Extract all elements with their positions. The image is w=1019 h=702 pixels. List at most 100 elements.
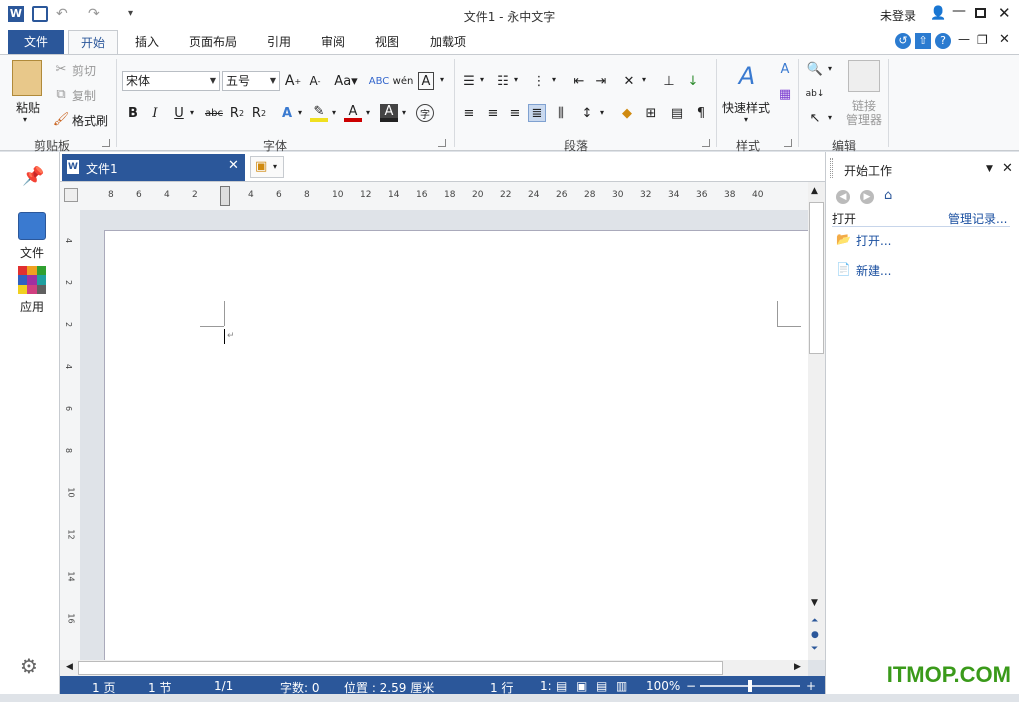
tab-addins[interactable]: 加载项 xyxy=(420,30,476,54)
chevron-down-icon[interactable]: ▾ xyxy=(480,75,484,84)
indent-marker-icon[interactable] xyxy=(220,186,230,206)
cut-button[interactable]: 剪切 xyxy=(72,62,96,79)
char-shading-icon[interactable]: A xyxy=(380,104,398,122)
decrease-indent-icon[interactable]: ⇤ xyxy=(570,72,588,90)
chevron-down-icon[interactable]: ▾ xyxy=(552,75,556,84)
grow-font-icon[interactable]: A + xyxy=(284,72,302,90)
chevron-down-icon[interactable]: ▾ xyxy=(828,64,832,73)
italic-icon[interactable]: I xyxy=(146,104,164,122)
apps-nav-icon[interactable] xyxy=(18,266,46,294)
tab-layout[interactable]: 页面布局 xyxy=(178,30,248,54)
close-button[interactable]: ✕ xyxy=(998,4,1011,22)
styles-launcher-icon[interactable] xyxy=(784,139,792,147)
format-painter-icon[interactable]: 🖌 xyxy=(52,110,70,128)
chevron-down-icon[interactable]: ▾ xyxy=(600,108,604,117)
apps-nav-label[interactable]: 应用 xyxy=(20,298,44,315)
browse-object-icon[interactable]: ● xyxy=(811,630,819,640)
zoom-in-icon[interactable]: + xyxy=(806,679,816,693)
print-layout-icon[interactable]: ▤ xyxy=(556,679,567,693)
multilevel-list-icon[interactable]: ⋮ xyxy=(530,72,548,90)
shading-icon[interactable]: ◆ xyxy=(618,104,636,122)
chevron-down-icon[interactable]: ▾ xyxy=(298,108,302,117)
clipboard-launcher-icon[interactable] xyxy=(102,139,110,147)
find-icon[interactable]: 🔍 xyxy=(806,60,824,78)
spelling-icon[interactable]: ABC xyxy=(369,72,390,90)
full-screen-icon[interactable]: ▣ xyxy=(576,679,587,693)
web-layout-icon[interactable]: ▤ xyxy=(596,679,607,693)
show-marks-icon[interactable]: ¶ xyxy=(692,104,710,122)
chevron-down-icon[interactable]: ▾ xyxy=(744,115,748,124)
back-icon[interactable]: ↺ xyxy=(895,33,911,49)
font-color-icon[interactable]: A xyxy=(344,104,362,122)
vertical-ruler[interactable]: 4 2 2 4 6 8 10 12 14 16 xyxy=(60,210,80,660)
bullets-icon[interactable]: ☰ xyxy=(460,72,478,90)
pane-menu-icon[interactable]: ▼ xyxy=(986,164,993,174)
shrink-font-icon[interactable]: A- xyxy=(306,72,324,90)
collapse-ribbon-icon[interactable]: ⇧ xyxy=(915,33,931,49)
doc-restore-button[interactable]: ❐ xyxy=(977,33,988,47)
strikethrough-icon[interactable]: abc xyxy=(202,104,226,122)
vertical-scrollbar[interactable]: ▲ ▼ ⏶ ● ⏷ xyxy=(808,182,825,660)
prev-page-icon[interactable]: ⏶ xyxy=(811,616,818,626)
chevron-down-icon[interactable]: ▾ xyxy=(440,75,444,84)
pane-close-icon[interactable]: ✕ xyxy=(1002,161,1013,176)
chevron-down-icon[interactable]: ▾ xyxy=(642,75,646,84)
doc-close-button[interactable]: ✕ xyxy=(999,32,1010,47)
tab-view[interactable]: 视图 xyxy=(362,30,412,54)
chevron-down-icon[interactable]: ▾ xyxy=(332,108,336,117)
tab-home[interactable]: 开始 xyxy=(68,30,118,54)
close-tab-icon[interactable]: ✕ xyxy=(228,158,239,173)
pane-home-icon[interactable]: ⌂ xyxy=(884,188,892,203)
help-icon[interactable]: ? xyxy=(935,33,951,49)
link-manager-button[interactable]: 链接 管理器 xyxy=(846,99,882,127)
chevron-down-icon[interactable]: ▾ xyxy=(190,108,194,117)
select-icon[interactable]: ↖ xyxy=(806,109,824,127)
tab-references[interactable]: 引用 xyxy=(254,30,304,54)
paragraph-settings-icon[interactable]: ▤ xyxy=(668,104,686,122)
scroll-left-icon[interactable]: ◀ xyxy=(66,662,73,672)
numbering-icon[interactable]: ☷ xyxy=(494,72,512,90)
document-page[interactable]: ↵ xyxy=(104,230,808,660)
chevron-down-icon[interactable]: ▾ xyxy=(366,108,370,117)
enclose-char-icon[interactable]: 字 xyxy=(416,104,434,122)
subscript-icon[interactable]: R2 xyxy=(228,104,246,122)
copy-icon[interactable]: ⧉ xyxy=(52,85,70,103)
align-left-icon[interactable]: ≡ xyxy=(460,104,478,122)
text-effect-icon[interactable]: A xyxy=(278,104,296,122)
style-set-icon[interactable]: ▦ xyxy=(776,85,794,103)
replace-icon[interactable]: ab↓ xyxy=(806,85,825,103)
pane-forward-icon[interactable]: ▶ xyxy=(860,190,874,204)
align-right-icon[interactable]: ≡ xyxy=(506,104,524,122)
link-manager-icon[interactable] xyxy=(848,60,880,92)
next-page-icon[interactable]: ⏷ xyxy=(811,644,818,654)
document-tab[interactable]: W 文件1 ✕ xyxy=(62,154,245,181)
user-icon[interactable]: 👤 xyxy=(930,6,946,21)
paragraph-launcher-icon[interactable] xyxy=(702,139,710,147)
minimize-button[interactable]: — xyxy=(952,3,966,19)
underline-icon[interactable]: U xyxy=(170,104,188,122)
pane-back-icon[interactable]: ◀ xyxy=(836,190,850,204)
zoom-level[interactable]: 100% xyxy=(646,679,680,693)
tab-file[interactable]: 文件 xyxy=(8,30,64,54)
horizontal-scrollbar[interactable]: ◀ ▶ xyxy=(60,660,808,676)
increase-indent-icon[interactable]: ⇥ xyxy=(592,72,610,90)
new-tab-button[interactable]: ▣ ▾ xyxy=(250,156,284,178)
paste-icon[interactable] xyxy=(12,60,42,96)
maximize-button[interactable] xyxy=(975,8,986,18)
settings-gear-icon[interactable]: ⚙ xyxy=(20,654,38,678)
sort-icon[interactable]: ↓ xyxy=(684,72,702,90)
font-launcher-icon[interactable] xyxy=(438,139,446,147)
pin-icon[interactable]: 📌 xyxy=(22,166,44,187)
reading-layout-icon[interactable]: ▥ xyxy=(616,679,627,693)
scroll-right-icon[interactable]: ▶ xyxy=(794,662,801,672)
superscript-icon[interactable]: R2 xyxy=(250,104,268,122)
pane-grip-icon[interactable] xyxy=(830,158,833,178)
scroll-thumb[interactable] xyxy=(78,661,723,675)
tab-review[interactable]: 审阅 xyxy=(308,30,358,54)
line-spacing-icon[interactable]: ↕ xyxy=(578,104,596,122)
chevron-down-icon[interactable]: ▾ xyxy=(828,113,832,122)
char-border-icon[interactable]: A xyxy=(418,72,434,90)
manage-records-link[interactable]: 管理记录... xyxy=(948,210,1007,227)
quick-styles-button[interactable]: 快速样式 xyxy=(722,99,770,116)
paste-dropdown-icon[interactable]: ▾ xyxy=(23,115,27,124)
